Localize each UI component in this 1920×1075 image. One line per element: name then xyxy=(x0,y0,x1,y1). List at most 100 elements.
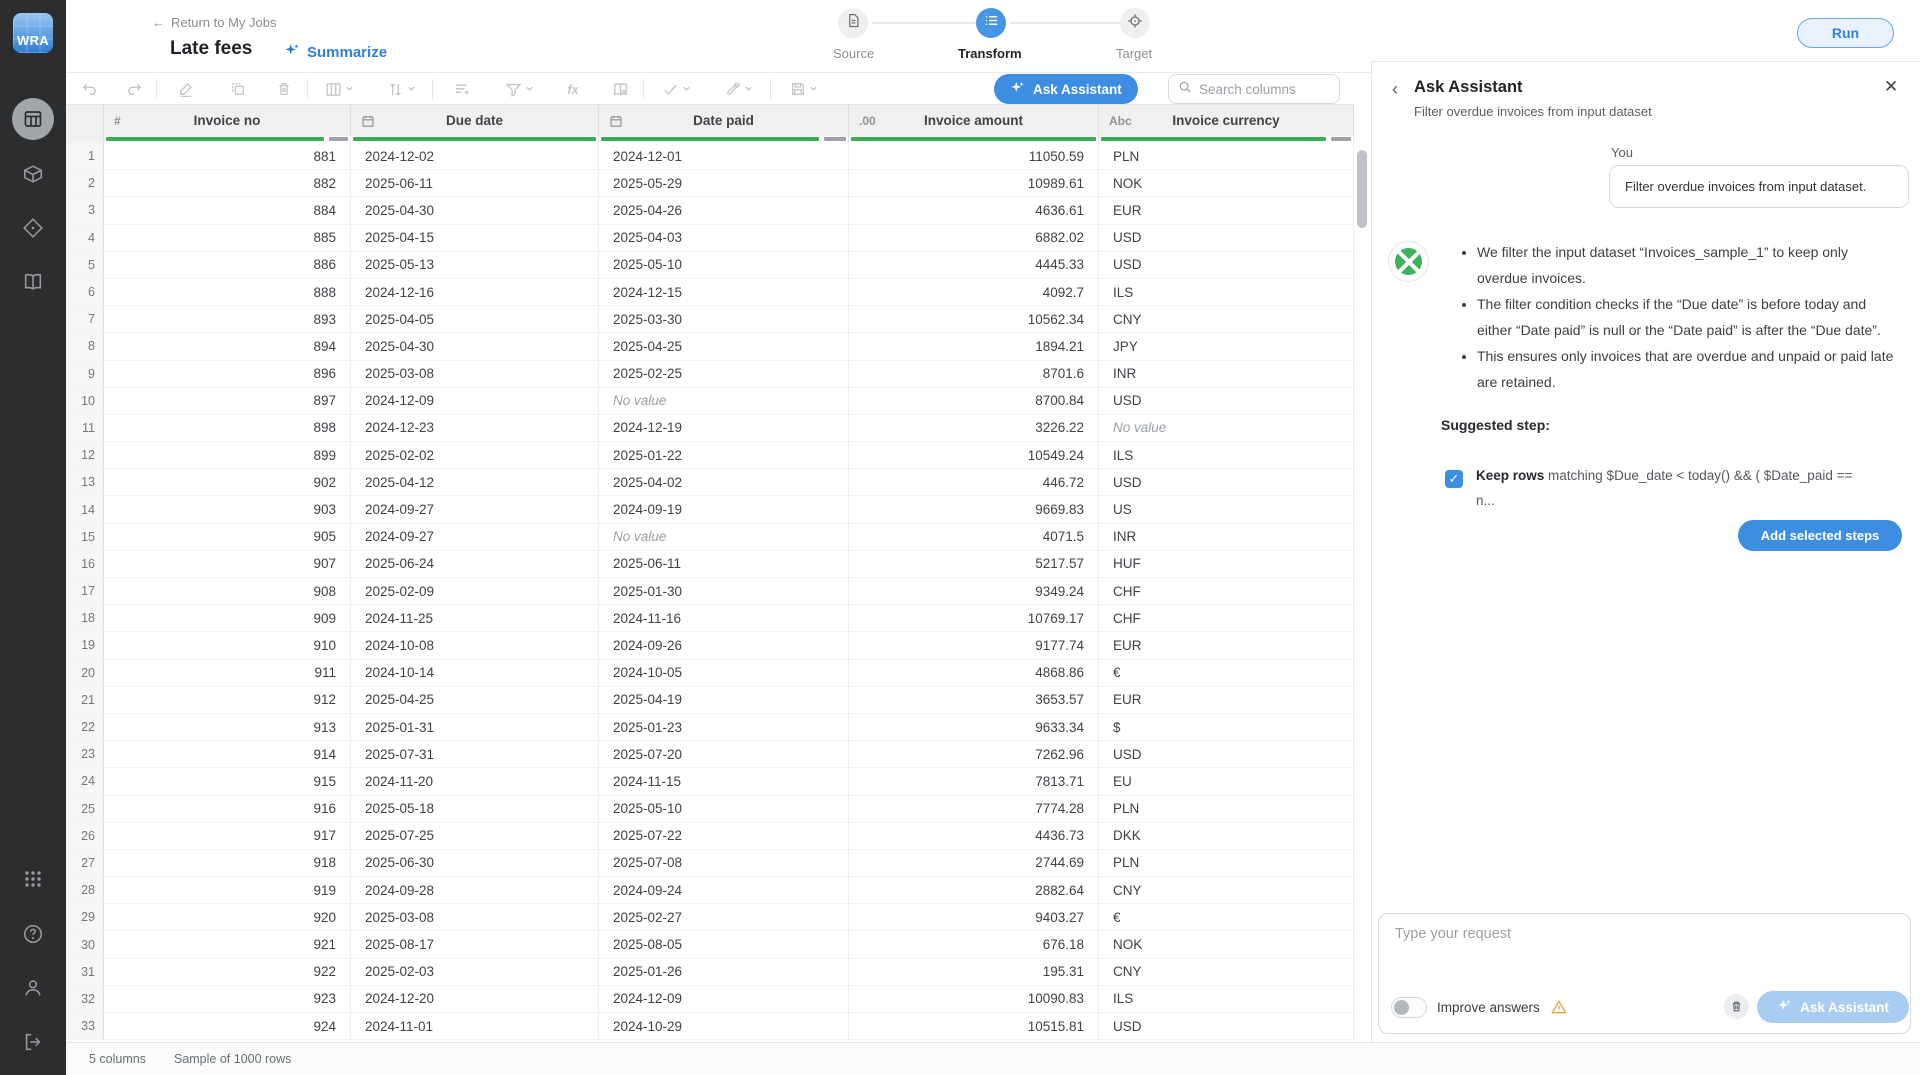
cell-due-date[interactable]: 2025-04-30 xyxy=(351,197,599,224)
cell-date-paid[interactable]: 2024-10-29 xyxy=(599,1013,849,1040)
step-checkbox[interactable]: ✓ xyxy=(1445,470,1463,488)
clear-chat-button[interactable] xyxy=(1724,994,1749,1019)
redo-icon[interactable] xyxy=(112,74,156,104)
cell-invoice-amount[interactable]: 676.18 xyxy=(849,931,1099,958)
cell-invoice-no[interactable]: 921 xyxy=(104,931,351,958)
cell-date-paid[interactable]: 2025-02-25 xyxy=(599,361,849,388)
cell-due-date[interactable]: 2024-12-02 xyxy=(351,143,599,170)
cell-invoice-no[interactable]: 909 xyxy=(104,605,351,632)
validate-icon[interactable] xyxy=(644,74,708,104)
close-icon[interactable]: ✕ xyxy=(1884,77,1898,97)
cell-due-date[interactable]: 2025-02-02 xyxy=(351,442,599,469)
cell-invoice-amount[interactable]: 2744.69 xyxy=(849,850,1099,877)
cell-invoice-no[interactable]: 881 xyxy=(104,143,351,170)
cell-invoice-no[interactable]: 908 xyxy=(104,578,351,605)
cell-invoice-currency[interactable]: EUR xyxy=(1099,632,1354,659)
cell-invoice-amount[interactable]: 9669.83 xyxy=(849,496,1099,523)
improve-answers-toggle[interactable] xyxy=(1391,997,1427,1018)
cell-invoice-amount[interactable]: 8701.6 xyxy=(849,361,1099,388)
cell-date-paid[interactable]: 2025-07-22 xyxy=(599,823,849,850)
cell-due-date[interactable]: 2025-06-24 xyxy=(351,551,599,578)
cell-due-date[interactable]: 2025-08-17 xyxy=(351,931,599,958)
cell-date-paid[interactable]: 2025-03-30 xyxy=(599,306,849,333)
quality-bar[interactable] xyxy=(104,136,351,143)
cell-date-paid[interactable]: 2024-12-15 xyxy=(599,279,849,306)
quality-bar[interactable] xyxy=(849,136,1099,143)
tools-icon[interactable] xyxy=(708,74,770,104)
lookup-icon[interactable] xyxy=(597,74,643,104)
cell-invoice-amount[interactable]: 9633.34 xyxy=(849,714,1099,741)
cell-invoice-no[interactable]: 913 xyxy=(104,714,351,741)
cell-invoice-currency[interactable]: INR xyxy=(1099,524,1354,551)
cell-invoice-currency[interactable]: NOK xyxy=(1099,170,1354,197)
cell-date-paid[interactable]: 2025-08-05 xyxy=(599,931,849,958)
cell-invoice-no[interactable]: 923 xyxy=(104,986,351,1013)
suggested-step-text[interactable]: Keep rows matching $Due_date < today() &… xyxy=(1476,463,1912,513)
cell-invoice-no[interactable]: 922 xyxy=(104,959,351,986)
cell-invoice-no[interactable]: 899 xyxy=(104,442,351,469)
cell-date-paid[interactable]: 2024-11-16 xyxy=(599,605,849,632)
cell-date-paid[interactable]: 2024-12-09 xyxy=(599,986,849,1013)
cell-invoice-currency[interactable]: EU xyxy=(1099,768,1354,795)
cell-date-paid[interactable]: 2024-09-19 xyxy=(599,496,849,523)
search-columns-input[interactable] xyxy=(1199,82,1319,97)
cell-date-paid[interactable]: 2025-05-10 xyxy=(599,796,849,823)
cell-date-paid[interactable]: 2024-12-19 xyxy=(599,415,849,442)
filter-icon[interactable] xyxy=(489,74,549,104)
cell-invoice-amount[interactable]: 9177.74 xyxy=(849,632,1099,659)
cell-invoice-amount[interactable]: 195.31 xyxy=(849,959,1099,986)
cell-invoice-currency[interactable]: ILS xyxy=(1099,986,1354,1013)
cell-invoice-currency[interactable]: ILS xyxy=(1099,279,1354,306)
cell-due-date[interactable]: 2024-11-01 xyxy=(351,1013,599,1040)
cell-invoice-no[interactable]: 902 xyxy=(104,469,351,496)
cell-invoice-currency[interactable]: PLN xyxy=(1099,143,1354,170)
chat-request-input[interactable] xyxy=(1395,926,1875,942)
sidebar-item-logout[interactable] xyxy=(0,1031,66,1053)
cell-invoice-currency[interactable]: CNY xyxy=(1099,959,1354,986)
ask-assistant-button[interactable]: Ask Assistant xyxy=(994,74,1138,104)
cell-invoice-amount[interactable]: 4868.86 xyxy=(849,660,1099,687)
cell-invoice-currency[interactable]: USD xyxy=(1099,252,1354,279)
cell-invoice-no[interactable]: 924 xyxy=(104,1013,351,1040)
cell-invoice-no[interactable]: 907 xyxy=(104,551,351,578)
cell-invoice-no[interactable]: 893 xyxy=(104,306,351,333)
cell-due-date[interactable]: 2025-04-25 xyxy=(351,687,599,714)
table-scrollbar[interactable] xyxy=(1357,150,1367,228)
cell-due-date[interactable]: 2024-10-14 xyxy=(351,660,599,687)
remove-rows-icon[interactable] xyxy=(433,74,489,104)
cell-date-paid[interactable]: 2025-04-19 xyxy=(599,687,849,714)
cell-invoice-no[interactable]: 886 xyxy=(104,252,351,279)
quality-bar[interactable] xyxy=(1099,136,1354,143)
save-icon[interactable] xyxy=(771,74,837,104)
cell-due-date[interactable]: 2025-02-09 xyxy=(351,578,599,605)
cell-invoice-no[interactable]: 914 xyxy=(104,741,351,768)
cell-due-date[interactable]: 2025-01-31 xyxy=(351,714,599,741)
quality-bar[interactable] xyxy=(599,136,849,143)
formula-icon[interactable]: fx xyxy=(549,74,597,104)
cell-invoice-currency[interactable]: No value xyxy=(1099,415,1354,442)
cell-due-date[interactable]: 2024-12-16 xyxy=(351,279,599,306)
cell-due-date[interactable]: 2025-04-30 xyxy=(351,333,599,360)
cell-invoice-no[interactable]: 894 xyxy=(104,333,351,360)
sidebar-item-help[interactable] xyxy=(0,923,66,945)
edit-icon[interactable] xyxy=(157,74,215,104)
cell-invoice-amount[interactable]: 7813.71 xyxy=(849,768,1099,795)
cell-invoice-currency[interactable]: USD xyxy=(1099,741,1354,768)
cell-invoice-amount[interactable]: 1894.21 xyxy=(849,333,1099,360)
cell-invoice-amount[interactable]: 3653.57 xyxy=(849,687,1099,714)
cell-date-paid[interactable]: 2025-01-22 xyxy=(599,442,849,469)
cell-invoice-no[interactable]: 917 xyxy=(104,823,351,850)
cell-date-paid[interactable]: No value xyxy=(599,388,849,415)
column-header-invoice-no[interactable]: # Invoice no xyxy=(104,104,351,136)
cell-invoice-amount[interactable]: 5217.57 xyxy=(849,551,1099,578)
panel-back-icon[interactable]: ‹ xyxy=(1392,79,1398,100)
cell-date-paid[interactable]: 2025-04-02 xyxy=(599,469,849,496)
cell-due-date[interactable]: 2024-09-27 xyxy=(351,496,599,523)
cell-date-paid[interactable]: 2024-09-24 xyxy=(599,877,849,904)
column-header-invoice-amount[interactable]: .00 Invoice amount xyxy=(849,104,1099,136)
cell-invoice-amount[interactable]: 10562.34 xyxy=(849,306,1099,333)
cell-invoice-currency[interactable]: EUR xyxy=(1099,197,1354,224)
cell-date-paid[interactable]: 2025-01-26 xyxy=(599,959,849,986)
cell-invoice-currency[interactable]: € xyxy=(1099,904,1354,931)
cell-date-paid[interactable]: 2024-10-05 xyxy=(599,660,849,687)
